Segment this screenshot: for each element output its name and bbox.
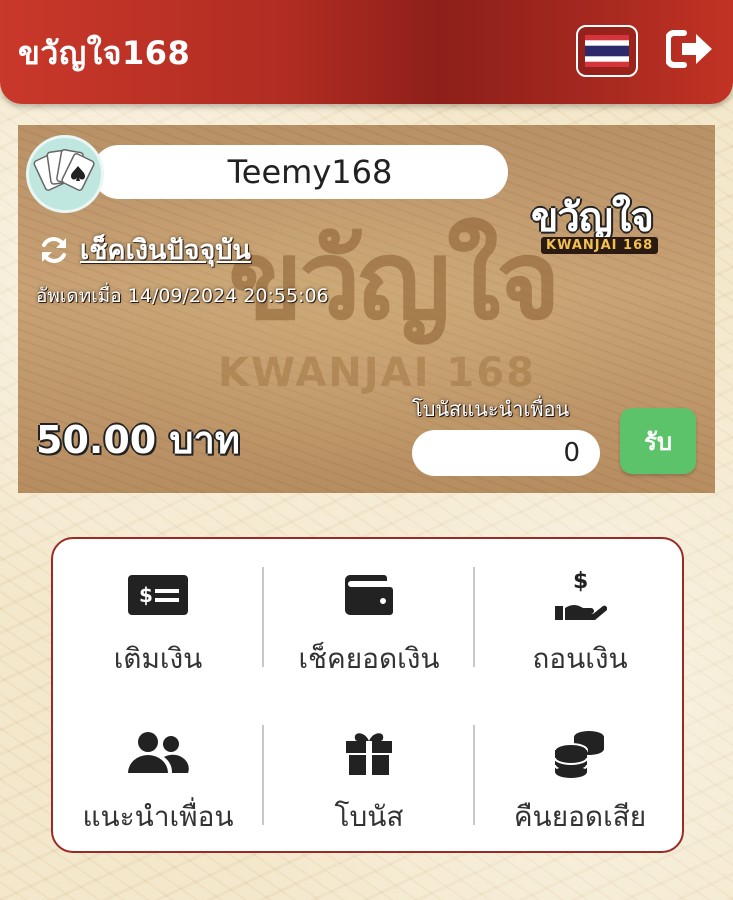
- language-button[interactable]: [576, 25, 638, 77]
- brand-logo-subtitle: KWANJAI 168: [541, 237, 659, 254]
- menu-bonus[interactable]: โบนัส: [264, 723, 474, 853]
- account-card: ขวัญใจ KWANJAI 168 Teemy168 ขวัญใจ KWANJ…: [18, 125, 715, 493]
- menu-cashback[interactable]: คืนยอดเสีย: [475, 723, 685, 853]
- watermark-logo: ขวัญใจ: [228, 216, 561, 344]
- hand-dollar-icon: $: [555, 569, 607, 620]
- users-icon: [128, 732, 189, 773]
- menu-check-balance[interactable]: เช็คยอดเงิน: [264, 565, 474, 695]
- menu-refer-friend[interactable]: แนะนำเพื่อน: [53, 723, 263, 853]
- svg-text:$: $: [573, 569, 588, 594]
- money-bill-icon: $: [128, 575, 188, 615]
- watermark-subtitle: KWANJAI 168: [218, 350, 536, 396]
- menu-deposit[interactable]: $ เติมเงิน: [53, 565, 263, 695]
- menu-withdraw-label: ถอนเงิน: [532, 642, 628, 675]
- menu-deposit-label: เติมเงิน: [113, 642, 203, 675]
- refresh-icon: [42, 236, 66, 263]
- playing-cards-icon: [33, 149, 95, 191]
- menu-check-balance-label: เช็คยอดเงิน: [298, 642, 440, 675]
- refresh-balance-link[interactable]: เช็คเงินปัจจุบัน: [38, 228, 251, 271]
- menu-withdraw[interactable]: $ ถอนเงิน: [475, 565, 685, 695]
- menu-refer-friend-label: แนะนำเพื่อน: [82, 800, 234, 833]
- last-updated-text: อัพเดทเมื่อ 14/09/2024 20:55:06: [36, 285, 329, 307]
- username-display: Teemy168: [92, 145, 508, 199]
- wallet-icon: [345, 575, 393, 615]
- action-menu: $ เติมเงิน เช็คยอดเงิน $ ถอนเงิน แนะนำเพ…: [51, 537, 684, 853]
- app-title: ขวัญใจ168: [18, 34, 191, 72]
- referral-bonus-field[interactable]: [412, 430, 600, 476]
- svg-text:$: $: [139, 583, 153, 607]
- top-bar: ขวัญใจ168: [0, 0, 733, 104]
- logout-icon: [666, 30, 712, 68]
- coins-icon: [554, 731, 604, 778]
- referral-bonus-label: โบนัสแนะนำเพื่อน: [412, 397, 570, 421]
- logout-button[interactable]: [664, 26, 716, 72]
- refresh-balance-label[interactable]: เช็คเงินปัจจุบัน: [80, 228, 251, 271]
- menu-bonus-label: โบนัส: [334, 800, 404, 833]
- avatar: [26, 135, 104, 213]
- balance-amount: 50.00 บาท: [36, 418, 240, 462]
- claim-bonus-button[interactable]: รับ: [620, 408, 696, 474]
- menu-cashback-label: คืนยอดเสีย: [513, 800, 647, 833]
- gift-icon: [346, 733, 392, 775]
- thai-flag-icon: [585, 35, 629, 67]
- brand-logo: ขวัญใจ KWANJAI 168: [523, 185, 693, 263]
